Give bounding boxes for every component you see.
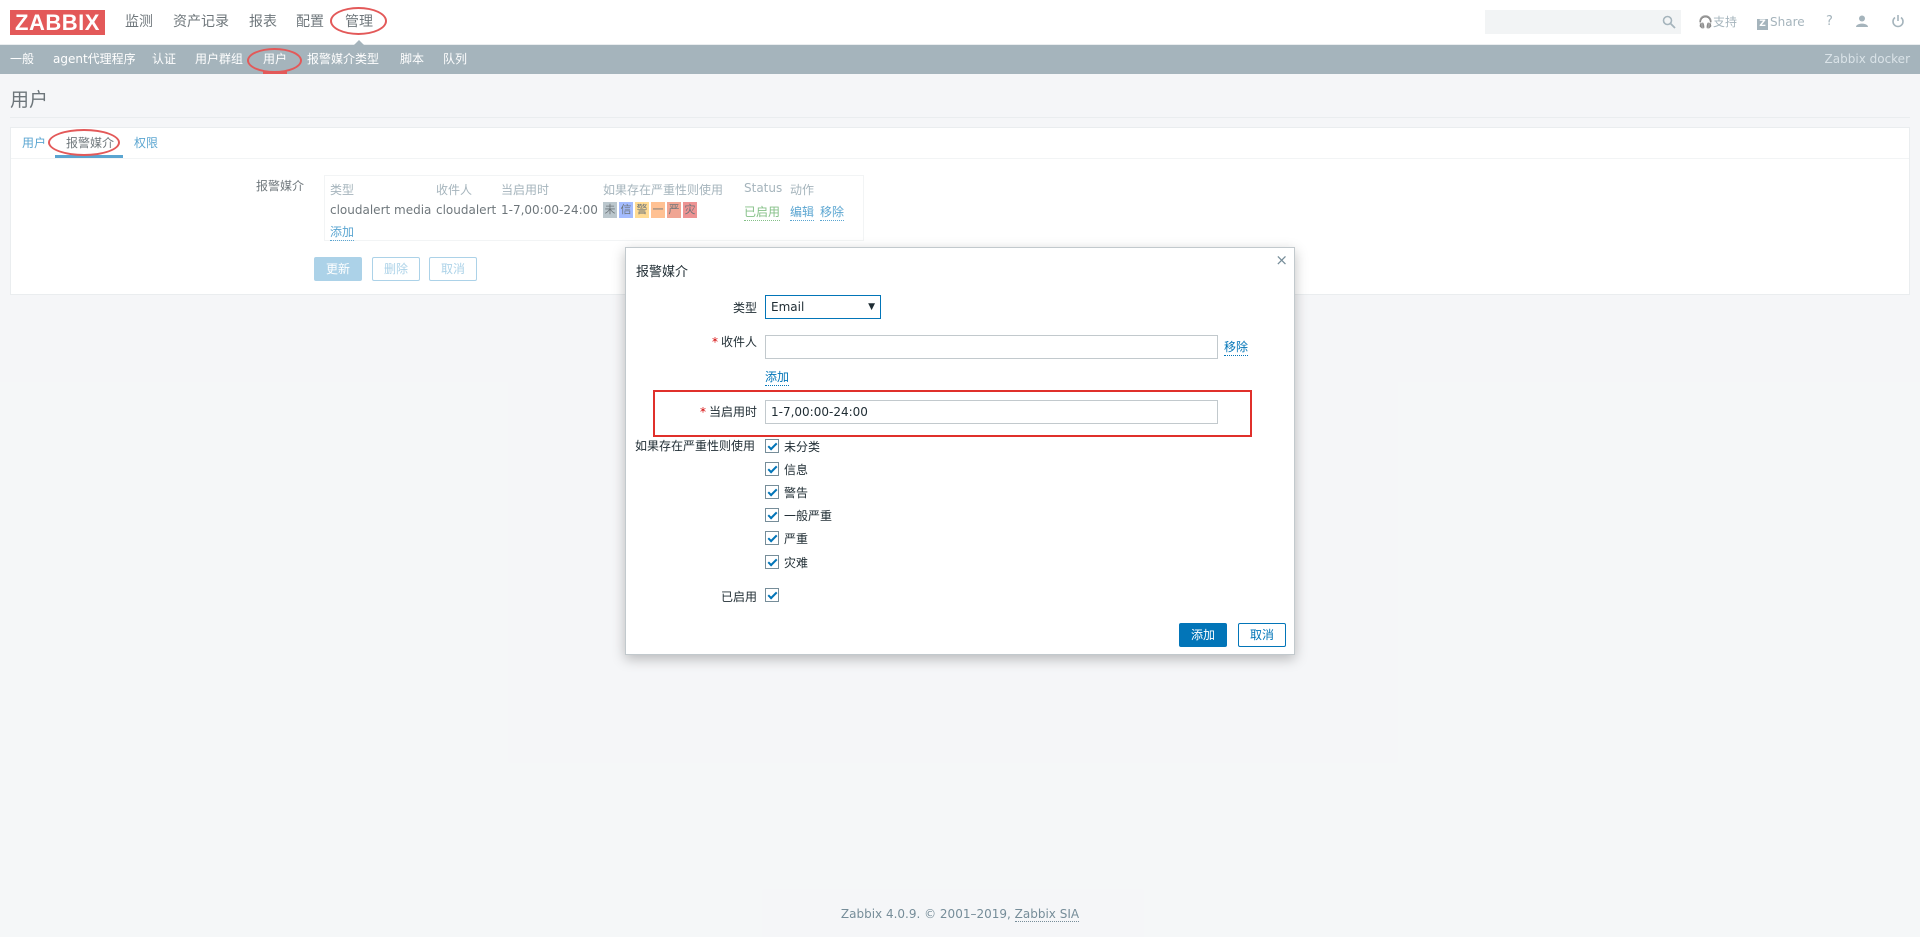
severity-row-information[interactable]: 信息 [765, 461, 808, 477]
dialog-title: 报警媒介 [636, 265, 689, 280]
media-dialog: 报警媒介 × 类型 Email ▼ *收件人 移除 添加 *当启用时 如果存在严… [625, 247, 1295, 655]
recipient-remove-link[interactable]: 移除 [1224, 338, 1249, 356]
footer-company-link[interactable]: Zabbix SIA [1014, 907, 1080, 922]
footer-copyright: Zabbix 4.0.9. © 2001–2019, [840, 907, 1011, 921]
footer: Zabbix 4.0.9. © 2001–2019, Zabbix SIA [0, 907, 1920, 922]
checkbox-checked[interactable] [765, 485, 779, 499]
recipient-label: * 收件人 [711, 335, 757, 349]
severity-row-warning[interactable]: 警告 [765, 484, 808, 500]
enabled-checkbox-row[interactable] [765, 587, 779, 603]
checkbox-checked[interactable] [765, 508, 779, 522]
severity-label: 如果存在严重性则使用 [635, 439, 756, 453]
severity-row-not-classified[interactable]: 未分类 [765, 438, 820, 454]
severity-row-high[interactable]: 严重 [765, 530, 808, 546]
type-label: 类型 [732, 301, 757, 315]
severity-row-average[interactable]: 一般严重 [765, 507, 832, 523]
recipient-add-link[interactable]: 添加 [765, 368, 790, 386]
severity-row-disaster[interactable]: 灾难 [765, 554, 808, 570]
type-select[interactable]: Email ▼ [765, 295, 881, 319]
type-select-value: Email [771, 300, 805, 314]
dialog-add-button[interactable]: 添加 [1179, 623, 1227, 647]
dropdown-arrow-icon: ▼ [868, 302, 875, 312]
annotation-highlight-when-active [653, 390, 1252, 437]
enabled-checkbox[interactable] [765, 588, 779, 602]
checkbox-checked[interactable] [765, 462, 779, 476]
close-icon[interactable]: × [1275, 251, 1288, 269]
checkbox-checked[interactable] [765, 531, 779, 545]
checkbox-checked[interactable] [765, 439, 779, 453]
enabled-label: 已启用 [720, 590, 757, 604]
checkbox-checked[interactable] [765, 555, 779, 569]
dialog-cancel-button[interactable]: 取消 [1238, 623, 1286, 647]
recipient-input[interactable] [765, 335, 1218, 359]
required-asterisk: * [711, 335, 718, 349]
